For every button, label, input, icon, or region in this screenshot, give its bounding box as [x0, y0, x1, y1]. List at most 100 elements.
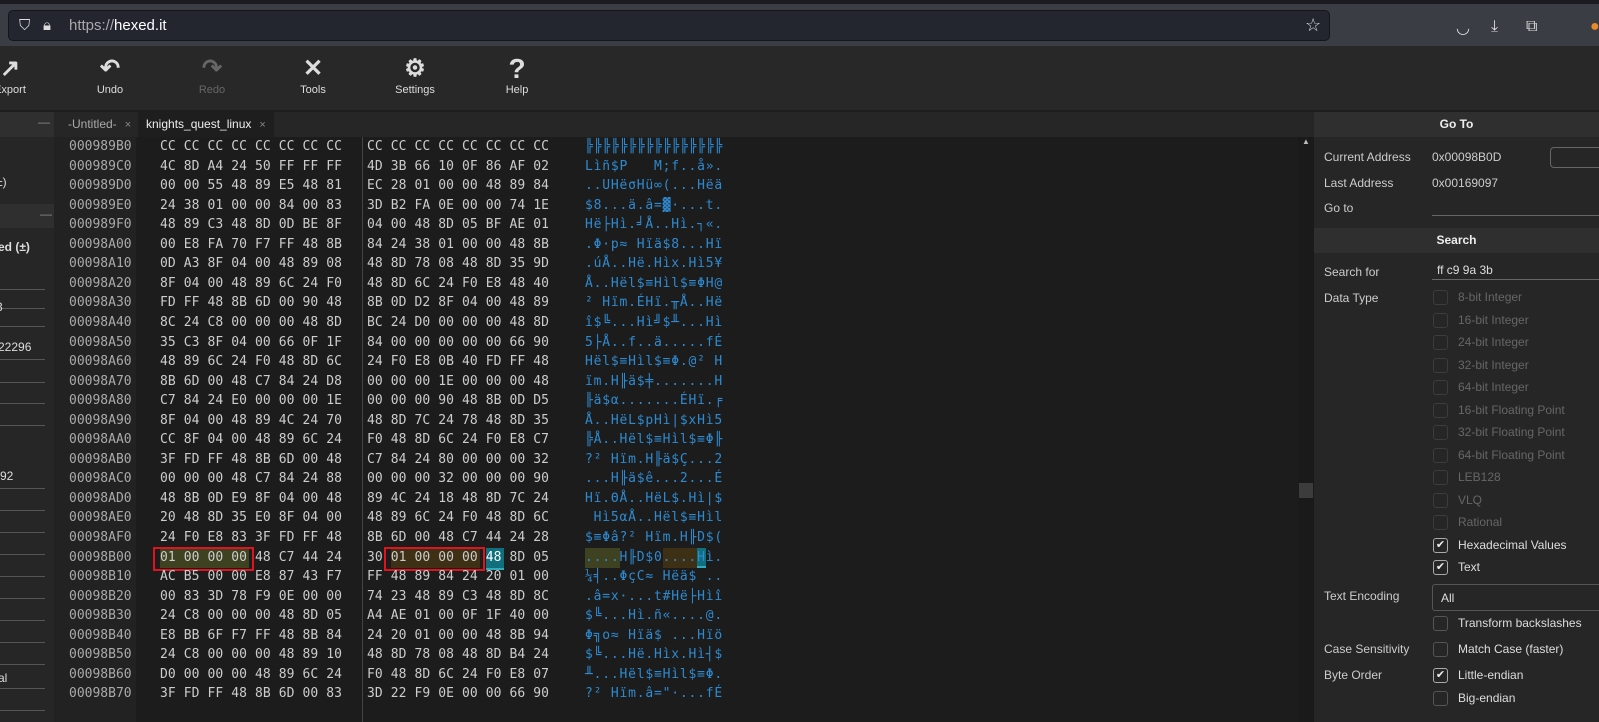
hex-byte[interactable]: 00 — [255, 391, 279, 411]
hex-byte[interactable]: 24 — [303, 411, 327, 431]
ascii-text[interactable]: î$╚...Hì╝$╨...Hì — [585, 313, 723, 333]
data-type-checkbox[interactable] — [1433, 447, 1448, 463]
hex-byte[interactable]: 00 — [486, 196, 510, 216]
hex-byte[interactable]: 04 — [367, 215, 391, 235]
hex-byte[interactable]: FD — [184, 450, 208, 470]
ascii-text[interactable]: ?² Hïm.â="·...fÉ — [585, 684, 723, 704]
undo-button[interactable]: ↶ Undo — [60, 54, 160, 96]
hex-byte[interactable]: E8 — [486, 274, 510, 294]
hex-byte[interactable]: 32 — [438, 469, 462, 489]
hex-byte[interactable]: CC — [279, 137, 303, 157]
collapse-button[interactable]: — — [38, 115, 50, 129]
hex-byte[interactable]: E8 — [510, 430, 534, 450]
hex-byte[interactable]: 8D — [486, 489, 510, 509]
hex-byte[interactable]: 24 — [303, 372, 327, 392]
hex-byte[interactable]: 89 — [367, 489, 391, 509]
ascii-text[interactable]: $╚...Hë.Hìx.Hì┤$ — [585, 645, 723, 665]
hex-byte[interactable]: 00 — [486, 333, 510, 353]
hex-byte[interactable]: 6C — [438, 665, 462, 685]
hex-byte[interactable]: CC — [462, 137, 486, 157]
hex-byte[interactable]: 8D — [510, 508, 534, 528]
hex-byte[interactable]: C7 — [367, 450, 391, 470]
hex-byte[interactable]: 66 — [510, 684, 534, 704]
hex-byte[interactable]: 8B — [486, 391, 510, 411]
hex-byte[interactable]: FF — [279, 235, 303, 255]
hex-byte[interactable]: 00 — [486, 450, 510, 470]
hex-byte[interactable]: 00 — [462, 333, 486, 353]
hex-byte[interactable]: 1F — [486, 606, 510, 626]
close-icon[interactable]: × — [259, 119, 265, 131]
hex-byte[interactable]: 00 — [208, 469, 232, 489]
hex-byte[interactable]: 43 — [303, 567, 327, 587]
hex-byte[interactable]: 44 — [303, 548, 327, 568]
hex-byte[interactable]: 7C — [510, 489, 534, 509]
ascii-text[interactable]: $╚...Hì.ñ«....@. — [585, 606, 723, 626]
hex-byte[interactable]: 00 — [303, 684, 327, 704]
lock-icon[interactable]: 🔒︎ — [43, 17, 51, 34]
hex-byte[interactable]: 3F — [160, 684, 184, 704]
hex-byte[interactable]: 1F — [326, 333, 350, 353]
hex-byte[interactable]: 04 — [184, 274, 208, 294]
hex-byte[interactable]: 90 — [533, 684, 557, 704]
hex-byte[interactable]: 48 — [279, 606, 303, 626]
hex-byte[interactable]: 89 — [255, 176, 279, 196]
hex-byte[interactable]: 00 — [486, 684, 510, 704]
tab-untitled[interactable]: -Untitled- × — [60, 112, 139, 137]
star-icon[interactable]: ☆ — [1305, 15, 1321, 36]
hex-byte[interactable]: 0D — [208, 489, 232, 509]
hex-byte[interactable]: 18 — [438, 489, 462, 509]
hex-byte[interactable]: 38 — [415, 235, 439, 255]
hex-byte[interactable]: 0E — [438, 196, 462, 216]
hex-byte[interactable]: 89 — [415, 567, 439, 587]
hex-byte[interactable]: F0 — [462, 508, 486, 528]
hex-byte[interactable]: 84 — [184, 391, 208, 411]
hex-byte[interactable]: 6C — [303, 665, 327, 685]
hex-byte[interactable]: 48 — [231, 684, 255, 704]
ascii-text[interactable]: ...H╟ä$ê...2...É — [585, 469, 723, 489]
hex-byte[interactable]: E0 — [231, 391, 255, 411]
hex-byte[interactable]: 35 — [160, 333, 184, 353]
hex-byte[interactable]: 74 — [367, 587, 391, 607]
hex-byte[interactable]: 8D — [486, 645, 510, 665]
hex-byte[interactable]: FF — [326, 157, 350, 177]
hex-byte[interactable]: D0 — [415, 313, 439, 333]
hex-byte[interactable]: 48 — [279, 352, 303, 372]
hex-byte[interactable]: 74 — [510, 196, 534, 216]
hex-byte[interactable]: 48 — [415, 587, 439, 607]
hex-byte[interactable]: 8F — [160, 274, 184, 294]
hex-byte[interactable]: C3 — [208, 215, 232, 235]
hex-byte[interactable]: 0D — [279, 215, 303, 235]
hex-byte[interactable]: 24 — [438, 274, 462, 294]
hex-byte[interactable]: CC — [303, 137, 327, 157]
hex-byte[interactable]: 8B — [326, 235, 350, 255]
hex-byte[interactable]: 44 — [486, 528, 510, 548]
hex-byte[interactable]: 00 — [391, 333, 415, 353]
hex-byte[interactable]: 08 — [438, 645, 462, 665]
hex-byte[interactable]: 00 — [391, 215, 415, 235]
hex-byte[interactable]: 48 — [231, 411, 255, 431]
hex-byte[interactable]: 48 — [510, 235, 534, 255]
hex-byte[interactable]: 48 — [255, 548, 279, 568]
hex-byte[interactable]: 48 — [462, 489, 486, 509]
hex-byte[interactable]: 1E — [533, 196, 557, 216]
hex-byte[interactable]: 00 — [486, 313, 510, 333]
hex-byte[interactable]: 48 — [533, 352, 557, 372]
hex-byte[interactable]: 10 — [438, 157, 462, 177]
hex-byte[interactable]: 3F — [160, 450, 184, 470]
hex-byte[interactable]: C7 — [462, 528, 486, 548]
hex-byte[interactable]: 0F — [462, 157, 486, 177]
hex-byte[interactable]: 24 — [160, 196, 184, 216]
hex-byte[interactable]: 22 — [391, 684, 415, 704]
hex-byte[interactable]: 8D — [510, 411, 534, 431]
hex-byte[interactable]: 8B — [533, 235, 557, 255]
hex-byte[interactable]: 32 — [533, 450, 557, 470]
hex-byte[interactable]: 28 — [391, 176, 415, 196]
hex-byte[interactable]: 40 — [510, 606, 534, 626]
hex-byte[interactable]: 38 — [184, 196, 208, 216]
hex-byte[interactable]: 1E — [326, 391, 350, 411]
hex-byte[interactable]: 89 — [303, 645, 327, 665]
data-type-checkbox[interactable] — [1433, 357, 1448, 373]
hex-byte[interactable]: 00 — [231, 196, 255, 216]
hex-byte[interactable]: A3 — [184, 254, 208, 274]
hex-byte[interactable]: 08 — [326, 254, 350, 274]
